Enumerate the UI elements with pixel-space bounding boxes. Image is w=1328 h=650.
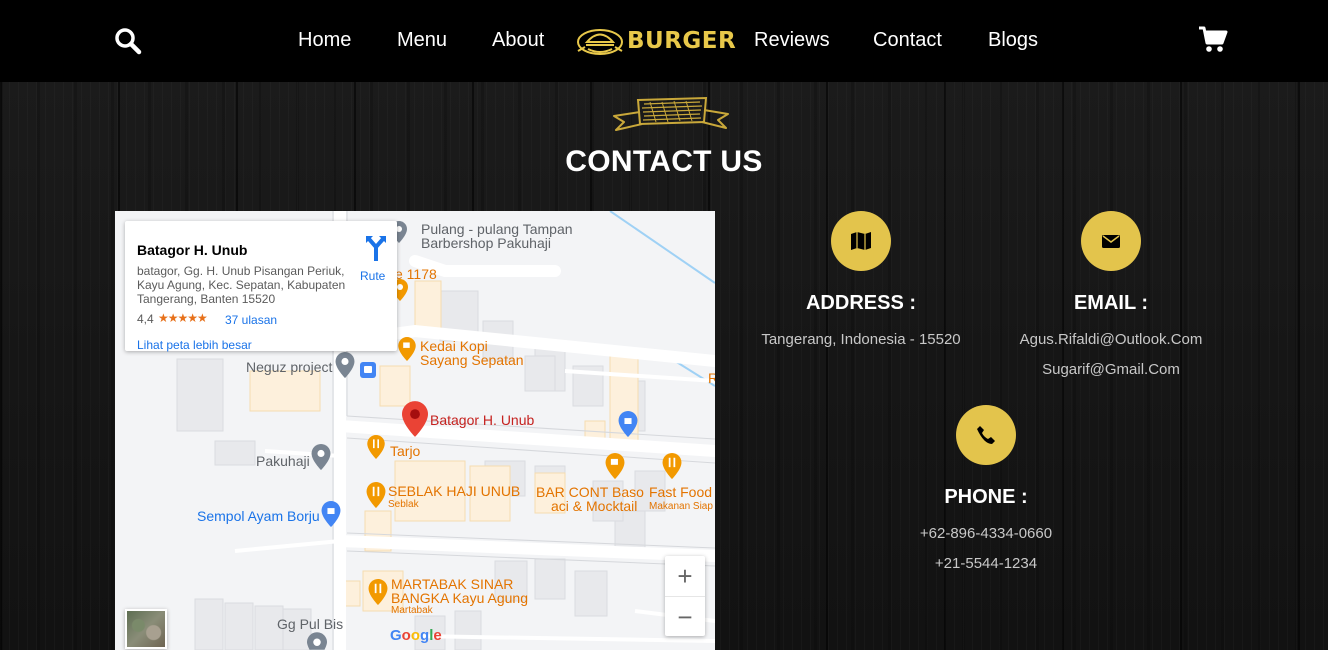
zoom-controls: + − bbox=[665, 556, 705, 636]
map-label: BANGKA Kayu Agung bbox=[391, 590, 528, 606]
map-label: Pulang - pulang Tampan bbox=[421, 221, 573, 237]
phone-icon-circle bbox=[956, 405, 1016, 465]
nav-home[interactable]: Home bbox=[298, 28, 351, 52]
map-pin-icon[interactable] bbox=[311, 444, 331, 470]
location-pin-icon[interactable] bbox=[402, 401, 428, 437]
nav-menu[interactable]: Menu bbox=[397, 28, 447, 52]
map-label: Sempol Ayam Borju bbox=[197, 508, 320, 524]
phone-icon bbox=[977, 426, 995, 444]
map-label: Tarjo bbox=[390, 443, 421, 459]
nav-reviews[interactable]: Reviews bbox=[754, 28, 830, 52]
satellite-toggle-button[interactable] bbox=[125, 609, 167, 649]
address-heading: ADDRESS : bbox=[805, 292, 916, 314]
nav-blogs[interactable]: Blogs bbox=[988, 28, 1038, 52]
shopping-pin-icon[interactable] bbox=[321, 501, 341, 527]
shopping-pin-icon[interactable] bbox=[618, 411, 638, 437]
restaurant-pin-icon[interactable] bbox=[366, 482, 386, 508]
map-label: Sayang Sepatan bbox=[420, 352, 524, 368]
embedded-map[interactable]: Pulang - pulang Tampan Barbershop Pakuha… bbox=[115, 211, 715, 650]
burger-logo-icon bbox=[577, 29, 623, 55]
map-label: e 1178 bbox=[395, 266, 437, 282]
phone-heading: PHONE : bbox=[944, 486, 1028, 508]
email-icon-circle bbox=[1081, 211, 1141, 271]
search-icon[interactable] bbox=[114, 27, 142, 55]
place-rating: 4,4 bbox=[137, 312, 154, 326]
zoom-out-button[interactable]: − bbox=[665, 596, 705, 636]
map-label: Gg Pul Bis bbox=[277, 616, 344, 632]
place-info-card: Batagor H. Unub batagor, Gg. H. Unub Pis… bbox=[125, 221, 397, 352]
map-label: aci & Mocktail bbox=[551, 498, 638, 514]
email-heading: EMAIL : bbox=[1073, 292, 1149, 314]
google-logo: Google bbox=[390, 627, 442, 644]
directions-icon bbox=[366, 236, 386, 261]
rating-stars-icon: ★★★★★ bbox=[158, 311, 208, 325]
address-icon-circle bbox=[831, 211, 891, 271]
map-label: Batagor H. Unub bbox=[430, 412, 535, 428]
reviews-link[interactable]: 37 ulasan bbox=[225, 313, 277, 327]
directions-label: Rute bbox=[360, 269, 386, 283]
directions-button[interactable]: Rute bbox=[357, 233, 393, 283]
cart-icon[interactable] bbox=[1198, 26, 1228, 54]
map-label: MARTABAK SINAR bbox=[391, 576, 514, 592]
envelope-icon bbox=[1102, 235, 1120, 248]
email-value-2[interactable]: Sugarif@Gmail.Com bbox=[991, 361, 1231, 378]
nav-contact[interactable]: Contact bbox=[873, 28, 942, 52]
zoom-in-button[interactable]: + bbox=[665, 556, 705, 596]
map-pin-icon[interactable] bbox=[307, 632, 327, 650]
phone-value-1[interactable]: +62-896-4334-0660 bbox=[866, 525, 1106, 542]
page-title: CONTACT US bbox=[565, 145, 763, 178]
map-label: SEBLAK HAJI UNUB bbox=[388, 483, 521, 499]
view-larger-map-link[interactable]: Lihat peta lebih besar bbox=[137, 338, 252, 352]
map-label: Neguz project bbox=[246, 359, 333, 375]
map-label: Kedai Kopi bbox=[420, 338, 488, 354]
brand-logo[interactable]: BURGER bbox=[575, 25, 736, 59]
restaurant-pin-icon[interactable] bbox=[367, 435, 385, 459]
map-label: Martabak bbox=[391, 605, 433, 616]
cafe-pin-icon[interactable] bbox=[398, 337, 416, 361]
map-label: Fast Food bbox=[649, 484, 713, 500]
title-banner-ornament bbox=[610, 94, 732, 136]
restaurant-pin-icon[interactable] bbox=[662, 453, 682, 479]
map-label: Makanan Siap bbox=[649, 501, 713, 512]
place-address: batagor, Gg. H. Unub Pisangan Periuk, Ka… bbox=[137, 264, 346, 306]
map-label: Seblak bbox=[388, 499, 419, 510]
phone-value-2[interactable]: +21-5544-1234 bbox=[866, 555, 1106, 572]
map-pin-icon[interactable] bbox=[335, 352, 355, 378]
email-value-1[interactable]: Agus.Rifaldi@Outlook.Com bbox=[991, 331, 1231, 348]
map-label: R bbox=[708, 370, 715, 386]
nav-about[interactable]: About bbox=[492, 28, 544, 52]
cafe-pin-icon[interactable] bbox=[605, 453, 625, 479]
top-navbar: Home Menu About Reviews Contact Blogs BU… bbox=[0, 0, 1328, 82]
brand-name: BURGER bbox=[627, 28, 737, 54]
place-title: Batagor H. Unub bbox=[137, 242, 248, 258]
map-label: Barbershop Pakuhaji bbox=[421, 235, 551, 251]
map-label: Pakuhaji bbox=[256, 453, 310, 469]
bus-stop-icon[interactable] bbox=[360, 362, 376, 378]
map-icon bbox=[851, 232, 871, 250]
restaurant-pin-icon[interactable] bbox=[368, 579, 388, 605]
address-value: Tangerang, Indonesia - 15520 bbox=[761, 331, 961, 348]
map-label: BAR CONT Baso bbox=[536, 484, 644, 500]
